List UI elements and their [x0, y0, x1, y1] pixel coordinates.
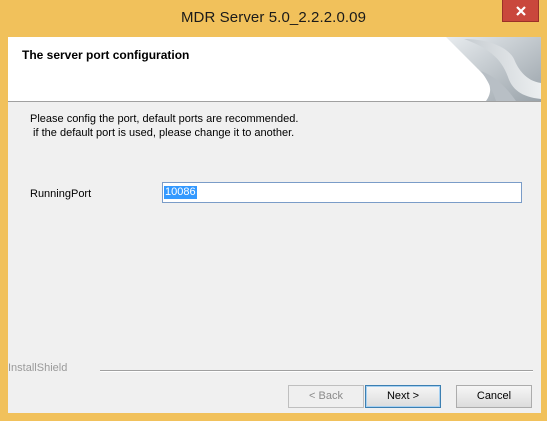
installshield-label: InstallShield	[8, 362, 68, 374]
close-icon	[516, 6, 526, 16]
description-line-1: Please config the port, default ports ar…	[30, 113, 299, 125]
window-frame-bottom	[0, 413, 547, 421]
window-title: MDR Server 5.0_2.2.2.0.09	[180, 9, 367, 26]
window-frame-left	[0, 37, 8, 421]
header-panel: The server port configuration	[8, 37, 541, 102]
running-port-input[interactable]	[162, 182, 522, 203]
content-area: Please config the port, default ports ar…	[8, 102, 541, 413]
footer-separator	[100, 370, 533, 372]
page-curl-graphic	[446, 37, 541, 101]
description-line-2: if the default port is used, please chan…	[30, 127, 295, 139]
title-bar[interactable]: MDR Server 5.0_2.2.2.0.09	[0, 0, 547, 37]
running-port-selected-text: 10086	[164, 186, 197, 199]
close-button[interactable]	[502, 0, 539, 22]
page-title: The server port configuration	[22, 48, 190, 62]
back-button[interactable]: < Back	[288, 385, 364, 408]
installer-window: MDR Server 5.0_2.2.2.0.09 The server por…	[0, 0, 547, 421]
running-port-label: RunningPort	[30, 188, 92, 200]
description-text: Please config the port, default ports ar…	[30, 112, 298, 140]
next-button[interactable]: Next >	[365, 385, 441, 408]
cancel-button[interactable]: Cancel	[456, 385, 532, 408]
window-frame-right	[541, 37, 547, 421]
